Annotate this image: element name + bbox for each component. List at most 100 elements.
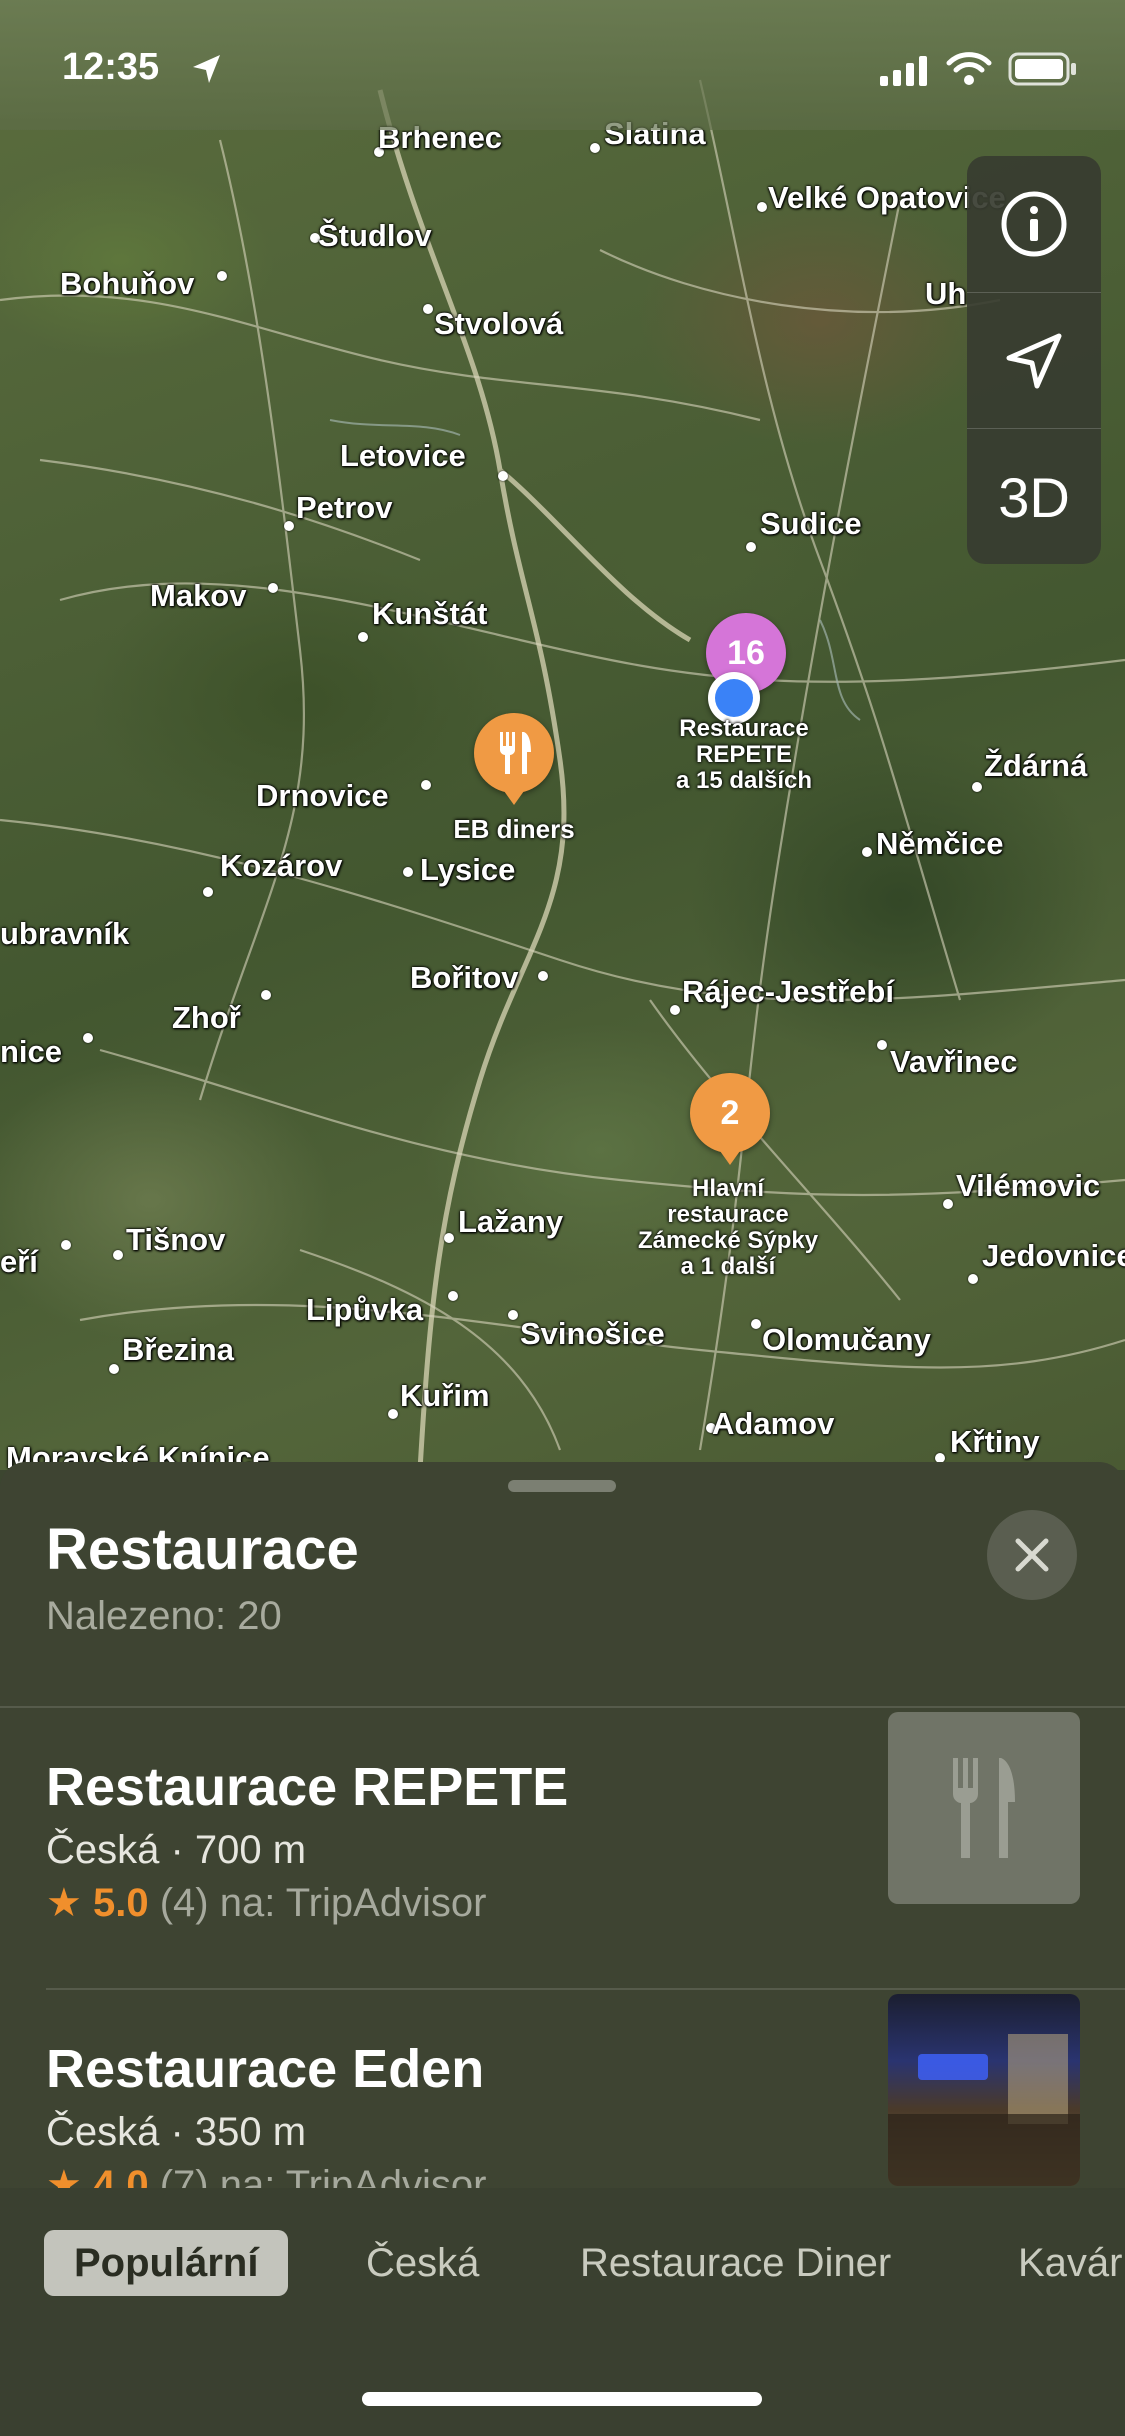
place-label: ubravník bbox=[0, 916, 130, 951]
place-label: eří bbox=[0, 1244, 38, 1279]
place-dot bbox=[538, 971, 548, 981]
place-label: Jedovnice bbox=[982, 1238, 1125, 1273]
place-label: Uh bbox=[925, 276, 967, 311]
cluster-repete-label: Restaurace REPETE a 15 dalších bbox=[675, 715, 813, 794]
place-label: Kunštát bbox=[372, 596, 488, 631]
signal-bars-icon bbox=[880, 56, 927, 86]
place-dot bbox=[268, 583, 278, 593]
home-indicator[interactable] bbox=[362, 2392, 762, 2406]
wifi-icon bbox=[946, 52, 992, 85]
fork-knife-icon bbox=[500, 732, 531, 774]
locate-me-button[interactable] bbox=[967, 292, 1101, 429]
place-dot bbox=[444, 1233, 454, 1243]
cluster-pin-2[interactable]: 2 bbox=[690, 1073, 770, 1153]
place-label: Študlov bbox=[318, 218, 432, 253]
place-dot bbox=[388, 1409, 398, 1419]
result-thumbnail-placeholder[interactable] bbox=[888, 1712, 1080, 1904]
place-label: Stvolová bbox=[434, 306, 564, 341]
place-dot bbox=[590, 143, 600, 153]
location-arrow-icon bbox=[1006, 333, 1062, 389]
place-dot bbox=[508, 1310, 518, 1320]
place-dot bbox=[403, 867, 413, 877]
status-bar: 12:35 bbox=[0, 0, 1125, 130]
place-label: Bohuňov bbox=[60, 266, 195, 301]
battery-icon bbox=[1008, 52, 1076, 86]
place-label: Petrov bbox=[296, 490, 393, 525]
place-label: Rájec-Jestřebí bbox=[682, 974, 894, 1009]
place-label: Němčice bbox=[876, 826, 1004, 861]
place-dot bbox=[498, 471, 508, 481]
place-label: Březina bbox=[122, 1332, 234, 1367]
place-label: Sudice bbox=[760, 506, 862, 541]
place-label: nice bbox=[0, 1034, 63, 1069]
info-button[interactable] bbox=[967, 156, 1101, 292]
place-dot bbox=[943, 1199, 953, 1209]
place-label: Letovice bbox=[340, 438, 466, 473]
place-label: Drnovice bbox=[256, 778, 389, 813]
place-dot bbox=[751, 1319, 761, 1329]
category-chip-restaurace-diner[interactable]: Restaurace Diner bbox=[580, 2230, 891, 2296]
result-photo-thumbnail[interactable] bbox=[888, 1994, 1080, 2186]
place-label: Bořitov bbox=[410, 960, 519, 995]
sheet-title: Restaurace bbox=[46, 1517, 359, 1582]
divider bbox=[46, 1988, 1125, 1990]
eb-diners-label: EB diners bbox=[453, 814, 575, 844]
category-chip-česká[interactable]: Česká bbox=[366, 2230, 479, 2296]
place-label: Kozárov bbox=[220, 848, 343, 883]
place-dot bbox=[968, 1274, 978, 1284]
place-label: Lažany bbox=[458, 1204, 564, 1239]
place-dot bbox=[113, 1250, 123, 1260]
place-label: Kuřim bbox=[400, 1378, 490, 1413]
sheet-grabber[interactable] bbox=[508, 1480, 616, 1492]
place-dot bbox=[972, 782, 982, 792]
fork-knife-icon bbox=[953, 1758, 1015, 1858]
place-dot bbox=[261, 990, 271, 1000]
location-services-icon bbox=[193, 55, 220, 83]
restaurant-pin-eb-diners[interactable] bbox=[474, 713, 554, 793]
star-icon: ★ bbox=[46, 1881, 82, 1925]
place-dot bbox=[670, 1005, 680, 1015]
place-label: Makov bbox=[150, 578, 247, 613]
result-rating: ★ 5.0 (4) na: TripAdvisor bbox=[46, 1880, 487, 1926]
place-label: Ždárná bbox=[984, 748, 1088, 783]
cluster-hlavni-label: Hlavní restaurace Zámecké Sýpky a 1 dalš… bbox=[637, 1175, 819, 1280]
3d-toggle-button[interactable]: 3D bbox=[967, 428, 1101, 565]
status-time: 12:35 bbox=[62, 46, 160, 88]
close-icon bbox=[1015, 1538, 1049, 1572]
place-label: Vilémovic bbox=[956, 1168, 1101, 1203]
place-label: Olomučany bbox=[762, 1322, 931, 1357]
place-dot bbox=[358, 632, 368, 642]
place-dot bbox=[217, 271, 227, 281]
result-meta: Česká · 700 m bbox=[46, 1828, 307, 1872]
place-label: Adamov bbox=[712, 1406, 835, 1441]
result-meta: Česká · 350 m bbox=[46, 2110, 307, 2154]
category-chip-populární[interactable]: Populární bbox=[44, 2230, 289, 2296]
place-label: Křtiny bbox=[950, 1424, 1040, 1459]
divider bbox=[0, 1706, 1125, 1708]
place-dot bbox=[423, 304, 433, 314]
map-view[interactable]: Brhenec Slatina Velké Opatovice Študlov … bbox=[0, 0, 1125, 1470]
place-label: Tišnov bbox=[126, 1222, 226, 1257]
place-label: Zhoř bbox=[172, 1000, 241, 1035]
place-dot bbox=[421, 780, 431, 790]
place-label: Svinošice bbox=[520, 1316, 665, 1351]
close-button[interactable] bbox=[987, 1510, 1077, 1600]
result-name: Restaurace Eden bbox=[46, 2039, 485, 2099]
place-dot bbox=[203, 887, 213, 897]
place-dot bbox=[877, 1040, 887, 1050]
place-label: Lysice bbox=[420, 852, 516, 887]
place-dot bbox=[61, 1240, 71, 1250]
place-label: Lipůvka bbox=[306, 1292, 424, 1327]
rating-score: 5.0 bbox=[92, 1881, 149, 1925]
place-dot bbox=[109, 1364, 119, 1374]
place-dot bbox=[284, 521, 294, 531]
place-dot bbox=[757, 202, 767, 212]
place-dot bbox=[83, 1033, 93, 1043]
place-dot bbox=[448, 1291, 458, 1301]
map-controls: 3D bbox=[967, 156, 1101, 564]
result-name: Restaurace REPETE bbox=[46, 1757, 569, 1817]
results-count: Nalezeno: 20 bbox=[46, 1594, 282, 1638]
place-dot bbox=[862, 847, 872, 857]
category-chip-kavarny[interactable]: Kavár bbox=[1018, 2230, 1123, 2296]
place-dot bbox=[746, 542, 756, 552]
